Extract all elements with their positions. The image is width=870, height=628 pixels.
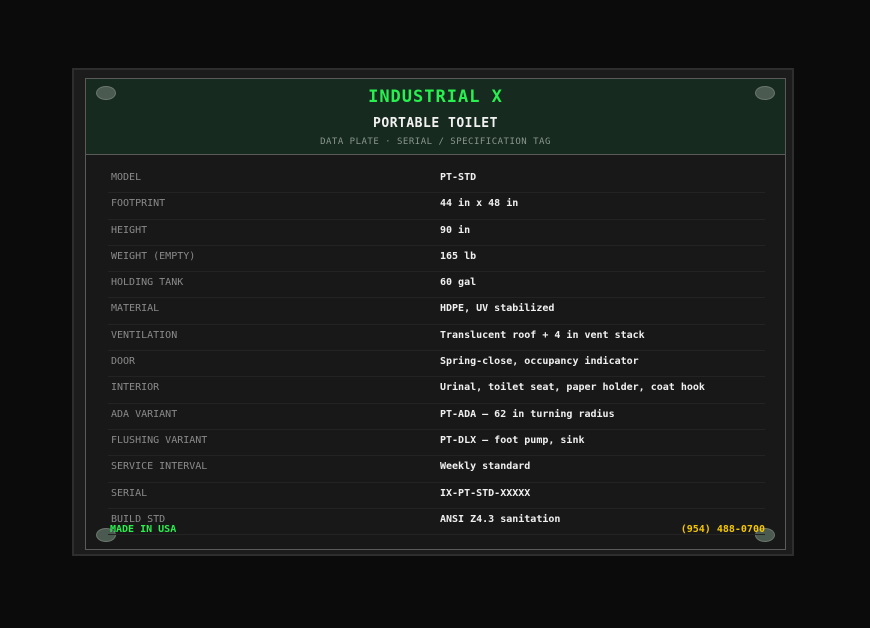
rivet-icon [755,86,775,100]
spec-row: VENTILATION Translucent roof + 4 in vent … [108,325,765,352]
plate-subtitle: DATA PLATE · SERIAL / SPECIFICATION TAG [320,137,551,147]
spec-row: FLUSHING VARIANT PT-DLX — foot pump, sink [108,430,765,457]
spec-value: 90 in [440,224,471,236]
spec-value: Translucent roof + 4 in vent stack [440,329,645,341]
spec-label: HOLDING TANK [111,277,184,289]
spec-row: DOOR Spring-close, occupancy indicator [108,351,765,378]
spec-label: FLUSHING VARIANT [111,434,208,446]
spec-label: SERIAL [111,487,148,499]
spec-row: HOLDING TANK 60 gal [108,272,765,299]
spec-value: 44 in x 48 in [440,198,519,210]
spec-value: PT-STD [440,172,477,183]
spec-row: SERIAL IX-PT-STD-XXXXX [108,483,765,509]
spec-label: HEIGHT [111,224,148,236]
brand-title: INDUSTRIAL X [368,87,503,107]
spec-table: MODEL PT-STD FOOTPRINT 44 in x 48 in HEIGHT 9… [108,167,765,536]
spec-value: Spring-close, occupancy indicator [440,356,639,368]
spec-label: INTERIOR [111,382,160,394]
data-plate: INDUSTRIAL X PORTABLE TOILET DATA PLATE … [85,78,786,550]
spec-label: VENTILATION [111,329,178,341]
spec-row: FOOTPRINT 44 in x 48 in [108,193,765,220]
spec-row: SERVICE INTERVAL Weekly standard [108,456,765,483]
spec-row: BUILD STD ANSI Z4.3 sanitation [108,509,765,536]
spec-value: ANSI Z4.3 sanitation [440,513,561,525]
spec-value: HDPE, UV stabilized [440,303,555,315]
spec-value: IX-PT-STD-XXXXX [440,487,531,499]
spec-value: Urinal, toilet seat, paper holder, coat … [440,382,705,394]
spec-value: PT-DLX — foot pump, sink [440,434,585,446]
spec-label: WEIGHT (EMPTY) [111,250,196,262]
spec-row: HEIGHT 90 in [108,220,765,246]
spec-value: Weekly standard [440,461,531,473]
spec-label: DOOR [111,356,136,368]
phone-number: (954) 488-0700 [680,524,765,535]
spec-label: ADA VARIANT [111,408,178,420]
origin-label: MADE IN USA [110,524,177,535]
spec-row: INTERIOR Urinal, toilet seat, paper holde… [108,377,765,404]
spec-label: MATERIAL [111,303,160,315]
spec-row: MATERIAL HDPE, UV stabilized [108,298,765,325]
plate-header: INDUSTRIAL X PORTABLE TOILET DATA PLATE … [86,79,785,155]
rivet-icon [96,86,116,100]
spec-value: PT-ADA — 62 in turning radius [440,408,615,420]
spec-value: 60 gal [440,277,477,289]
product-title: PORTABLE TOILET [373,116,498,131]
spec-row: ADA VARIANT PT-ADA — 62 in turning radius [108,404,765,430]
spec-row: WEIGHT (EMPTY) 165 lb [108,246,765,273]
spec-row: MODEL PT-STD [108,167,765,194]
spec-value: 165 lb [440,250,477,262]
spec-label: MODEL [111,172,142,183]
spec-label: SERVICE INTERVAL [111,461,208,473]
spec-label: FOOTPRINT [111,198,166,210]
